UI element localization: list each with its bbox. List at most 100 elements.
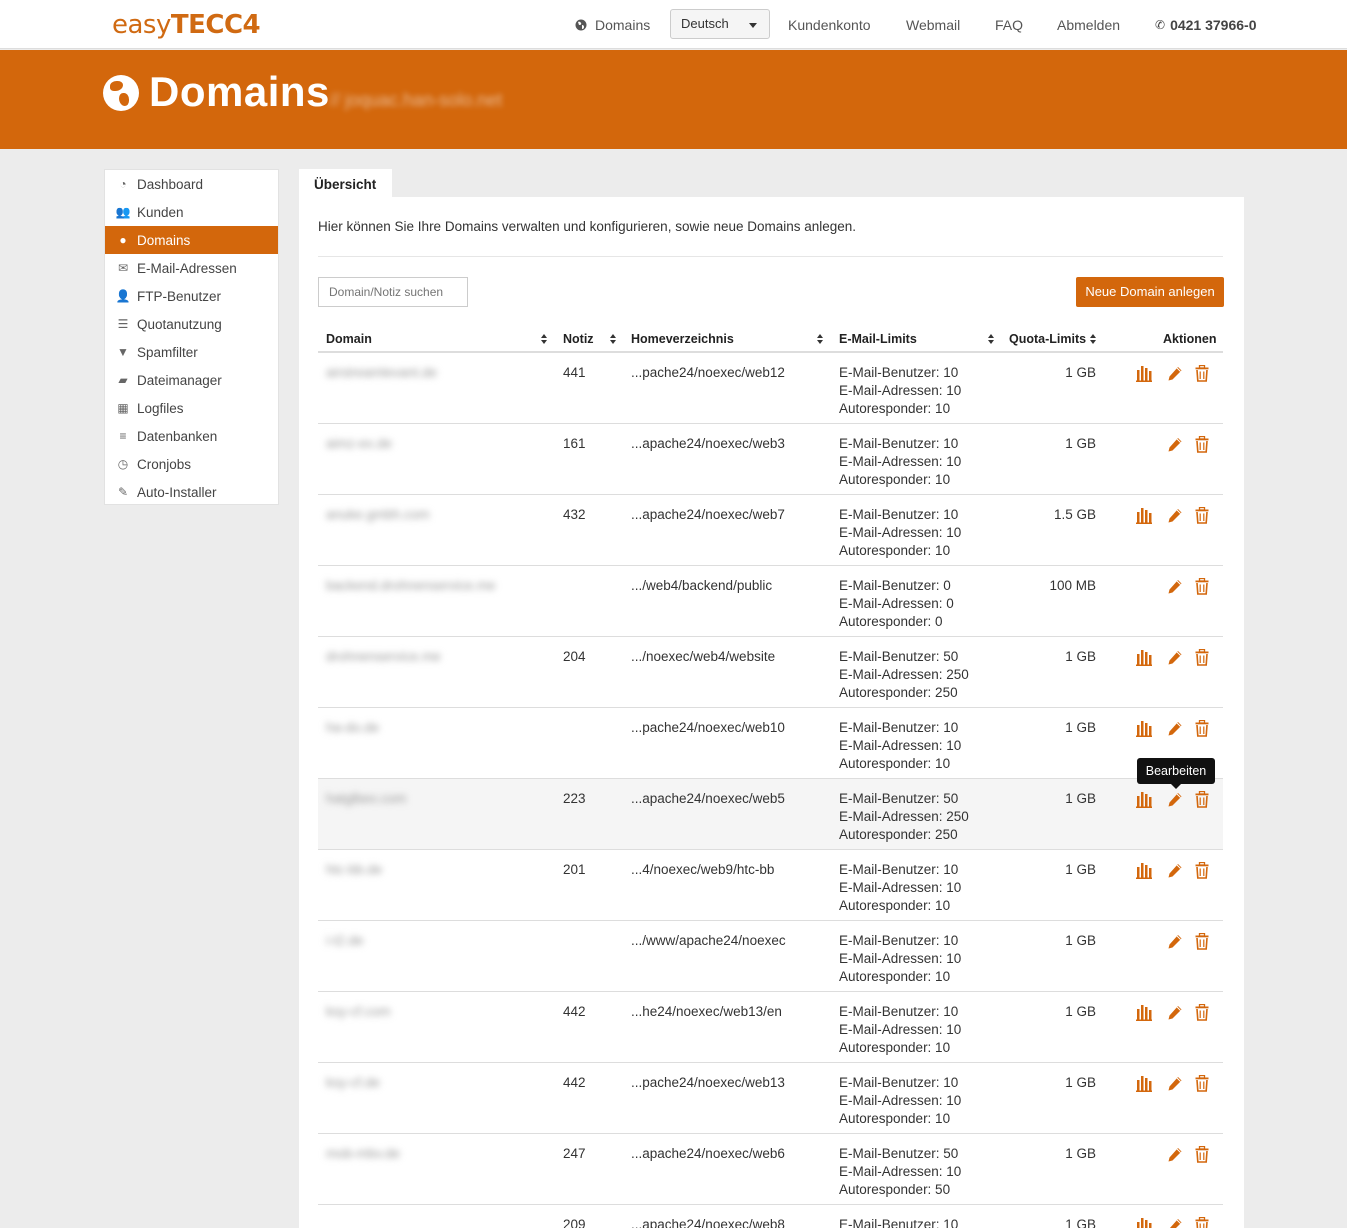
col-homedir[interactable]: Homeverzeichnis: [631, 332, 734, 346]
homedir-value: ...pache24/noexec/web13: [631, 1075, 785, 1090]
statistics-icon[interactable]: [1136, 1004, 1152, 1021]
sort-icon[interactable]: [988, 334, 995, 344]
delete-icon[interactable]: [1195, 577, 1211, 595]
delete-icon[interactable]: [1195, 648, 1211, 666]
table-row: 209 ...apache24/noexec/web8 E-Mail-Benutze…: [318, 1205, 1223, 1228]
edit-icon[interactable]: [1167, 1146, 1183, 1163]
edit-icon[interactable]: [1167, 791, 1183, 808]
edit-icon[interactable]: [1167, 1075, 1183, 1092]
page-header: Domains // joquac.han-solo.net: [0, 50, 1347, 149]
domain-name[interactable]: i-t2.de: [326, 932, 364, 950]
col-notiz[interactable]: Notiz: [563, 332, 594, 346]
sidebar-item-ftp-benutzer[interactable]: 👤 FTP-Benutzer: [105, 282, 278, 310]
delete-icon[interactable]: [1195, 1003, 1211, 1021]
statistics-icon[interactable]: [1136, 1217, 1152, 1228]
statistics-icon[interactable]: [1136, 791, 1152, 808]
sidebar-item-auto-installer[interactable]: ✎ Auto-Installer: [105, 478, 278, 506]
statistics-icon[interactable]: [1136, 1075, 1152, 1092]
edit-icon[interactable]: [1167, 720, 1183, 737]
sort-icon[interactable]: [1090, 334, 1097, 344]
delete-icon[interactable]: [1195, 1145, 1211, 1163]
sidebar-item-dashboard[interactable]: ◔ Dashboard: [105, 170, 278, 198]
email-limit-line: Autoresponder: 250: [839, 685, 958, 700]
statistics-icon[interactable]: [1136, 365, 1152, 382]
sidebar-item-e-mail-adressen[interactable]: ✉ E-Mail-Adressen: [105, 254, 278, 282]
tab-overview[interactable]: Übersicht: [299, 169, 392, 198]
nav-faq[interactable]: FAQ: [995, 0, 1023, 49]
sidebar-item-cronjobs[interactable]: ◷ Cronjobs: [105, 450, 278, 478]
nav-customer-account[interactable]: Kundenkonto: [788, 0, 871, 49]
delete-icon[interactable]: [1195, 1074, 1211, 1092]
domain-name[interactable]: backend.drohnenservice.me: [326, 577, 496, 595]
edit-icon[interactable]: [1167, 436, 1183, 453]
sort-icon[interactable]: [817, 334, 824, 344]
search-input[interactable]: [318, 277, 468, 307]
statistics-icon[interactable]: [1136, 507, 1152, 524]
col-quota-limits[interactable]: Quota-Limits: [1009, 332, 1086, 346]
language-select[interactable]: Deutsch: [670, 9, 770, 39]
edit-icon[interactable]: [1167, 507, 1183, 524]
brand-logo[interactable]: easyTECC4: [112, 10, 261, 40]
domain-name[interactable]: airstreamlevant.de: [326, 364, 437, 382]
delete-icon[interactable]: [1195, 435, 1211, 453]
col-domain[interactable]: Domain: [326, 332, 372, 346]
domain-name[interactable]: anuke.gmbh.com: [326, 506, 430, 524]
sidebar-item-domains[interactable]: ● Domains: [105, 226, 278, 254]
email-limit-line: E-Mail-Benutzer: 50: [839, 1146, 959, 1161]
domain-name[interactable]: ha-do.de: [326, 719, 379, 737]
tasks-icon: ☰: [117, 317, 129, 331]
edit-icon[interactable]: [1167, 1217, 1183, 1228]
delete-icon[interactable]: [1195, 1216, 1211, 1228]
caret-down-icon: [749, 23, 757, 28]
sidebar-item-datenbanken[interactable]: ≡ Datenbanken: [105, 422, 278, 450]
nav-webmail[interactable]: Webmail: [906, 0, 960, 49]
clock-icon: ◷: [117, 457, 129, 471]
delete-icon[interactable]: [1195, 932, 1211, 950]
edit-tooltip: Bearbeiten: [1137, 758, 1215, 789]
edit-icon[interactable]: [1167, 578, 1183, 595]
domain-name[interactable]: aimz-ex.de: [326, 435, 392, 453]
note-value: 209: [563, 1217, 586, 1228]
sidebar-item-kunden[interactable]: 👥 Kunden: [105, 198, 278, 226]
sidebar-item-quotanutzung[interactable]: ☰ Quotanutzung: [105, 310, 278, 338]
nav-logout[interactable]: Abmelden: [1057, 0, 1120, 49]
statistics-icon[interactable]: [1136, 862, 1152, 879]
domain-name[interactable]: htc-bb.de: [326, 861, 382, 879]
statistics-icon[interactable]: [1136, 649, 1152, 666]
note-value: 204: [563, 649, 586, 664]
nav-domains[interactable]: Domains: [575, 0, 650, 49]
col-email-limits[interactable]: E-Mail-Limits: [839, 332, 917, 346]
quota-value: 1 GB: [1065, 933, 1096, 948]
sidebar-item-spamfilter[interactable]: ▼ Spamfilter: [105, 338, 278, 366]
new-domain-button[interactable]: Neue Domain anlegen: [1076, 277, 1224, 307]
domain-name[interactable]: ksy-cf.de: [326, 1074, 380, 1092]
domain-name[interactable]: hatglbex.com: [326, 790, 406, 808]
quota-value: 1 GB: [1065, 1004, 1096, 1019]
edit-icon[interactable]: [1167, 862, 1183, 879]
homedir-value: ...apache24/noexec/web3: [631, 436, 785, 451]
delete-icon[interactable]: [1195, 506, 1211, 524]
edit-icon[interactable]: [1167, 649, 1183, 666]
email-limits: E-Mail-Benutzer: 0 E-Mail-Adressen: 0 Auto…: [839, 577, 954, 631]
sort-icon[interactable]: [610, 334, 617, 344]
domain-name[interactable]: ksy-cf.com: [326, 1003, 391, 1021]
domain-name[interactable]: drohnenservice.me: [326, 648, 441, 666]
edit-icon[interactable]: [1167, 933, 1183, 950]
delete-icon[interactable]: [1195, 861, 1211, 879]
edit-icon[interactable]: [1167, 365, 1183, 382]
edit-icon[interactable]: [1167, 1004, 1183, 1021]
domain-name[interactable]: mob-mbv.de: [326, 1145, 400, 1163]
nav-phone[interactable]: ✆ 0421 37966-0: [1155, 0, 1256, 49]
delete-icon[interactable]: [1195, 790, 1211, 808]
email-limit-line: Autoresponder: 10: [839, 1111, 951, 1126]
delete-icon[interactable]: [1195, 364, 1211, 382]
delete-icon[interactable]: [1195, 719, 1211, 737]
sort-icon[interactable]: [541, 334, 548, 344]
row-actions: [1136, 1216, 1216, 1228]
statistics-icon[interactable]: [1136, 720, 1152, 737]
sidebar-item-logfiles[interactable]: ▦ Logfiles: [105, 394, 278, 422]
note-value: 442: [563, 1004, 586, 1019]
email-limits: E-Mail-Benutzer: 10 E-Mail-Adressen: 10 Au…: [839, 364, 961, 418]
table-row: htc-bb.de 201 ...4/noexec/web9/htc-bb E-Mai…: [318, 850, 1223, 921]
sidebar-item-dateimanager[interactable]: ▰ Dateimanager: [105, 366, 278, 394]
